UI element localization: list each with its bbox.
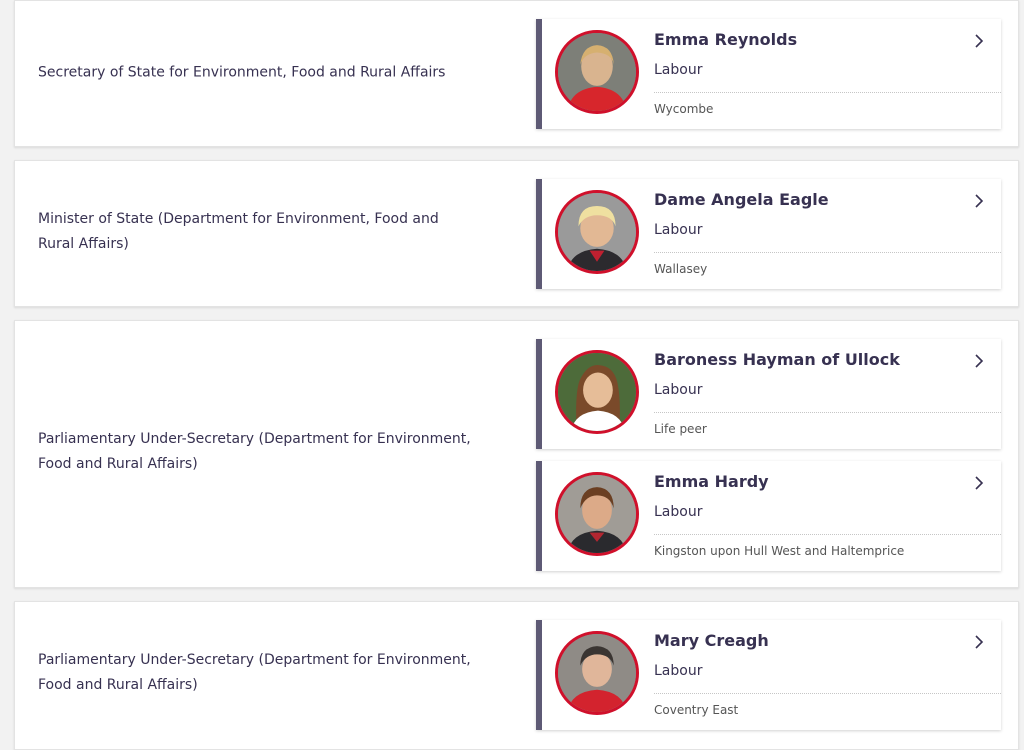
member-card-mary-creagh[interactable]: Mary Creagh Labour Coventry East (536, 620, 1001, 730)
role-card: Parliamentary Under-Secretary (Departmen… (14, 601, 1019, 750)
member-constituency: Wycombe (654, 102, 714, 116)
member-portrait (555, 30, 639, 114)
member-constituency: Life peer (654, 422, 707, 436)
member-constituency: Coventry East (654, 703, 739, 717)
member-party: Labour (654, 504, 703, 520)
member-name: Baroness Hayman of Ullock (654, 350, 900, 369)
divider (654, 412, 1001, 413)
role-title: Parliamentary Under-Secretary (Departmen… (38, 652, 471, 693)
member-name: Emma Reynolds (654, 30, 798, 49)
role-card: Secretary of State for Environment, Food… (14, 0, 1019, 147)
member-name: Emma Hardy (654, 472, 769, 491)
member-name: Mary Creagh (654, 631, 769, 650)
member-party: Labour (654, 62, 703, 78)
divider (654, 252, 1001, 253)
member-portrait (555, 350, 639, 434)
role-title: Parliamentary Under-Secretary (Departmen… (38, 431, 471, 472)
role-card: Minister of State (Department for Enviro… (14, 160, 1019, 307)
member-party: Labour (654, 663, 703, 679)
member-portrait (555, 472, 639, 556)
member-party: Labour (654, 222, 703, 238)
chevron-right-icon[interactable] (971, 353, 987, 369)
divider (654, 693, 1001, 694)
divider (654, 92, 1001, 93)
chevron-right-icon[interactable] (971, 475, 987, 491)
member-portrait (555, 631, 639, 715)
member-card-baroness-hayman[interactable]: Baroness Hayman of Ullock Labour Life pe… (536, 339, 1001, 449)
member-constituency: Kingston upon Hull West and Haltemprice (654, 544, 905, 558)
ministers-list: Secretary of State for Environment, Food… (0, 0, 1024, 750)
divider (654, 534, 1001, 535)
role-title: Minister of State (Department for Enviro… (38, 211, 439, 252)
member-party: Labour (654, 382, 703, 398)
role-card: Parliamentary Under-Secretary (Departmen… (14, 320, 1019, 588)
member-portrait (555, 190, 639, 274)
member-card-emma-reynolds[interactable]: Emma Reynolds Labour Wycombe (536, 19, 1001, 129)
chevron-right-icon[interactable] (971, 33, 987, 49)
member-card-angela-eagle[interactable]: Dame Angela Eagle Labour Wallasey (536, 179, 1001, 289)
chevron-right-icon[interactable] (971, 634, 987, 650)
chevron-right-icon[interactable] (971, 193, 987, 209)
member-card-emma-hardy[interactable]: Emma Hardy Labour Kingston upon Hull Wes… (536, 461, 1001, 571)
role-title: Secretary of State for Environment, Food… (38, 64, 446, 81)
member-constituency: Wallasey (654, 262, 708, 276)
member-name: Dame Angela Eagle (654, 190, 829, 209)
